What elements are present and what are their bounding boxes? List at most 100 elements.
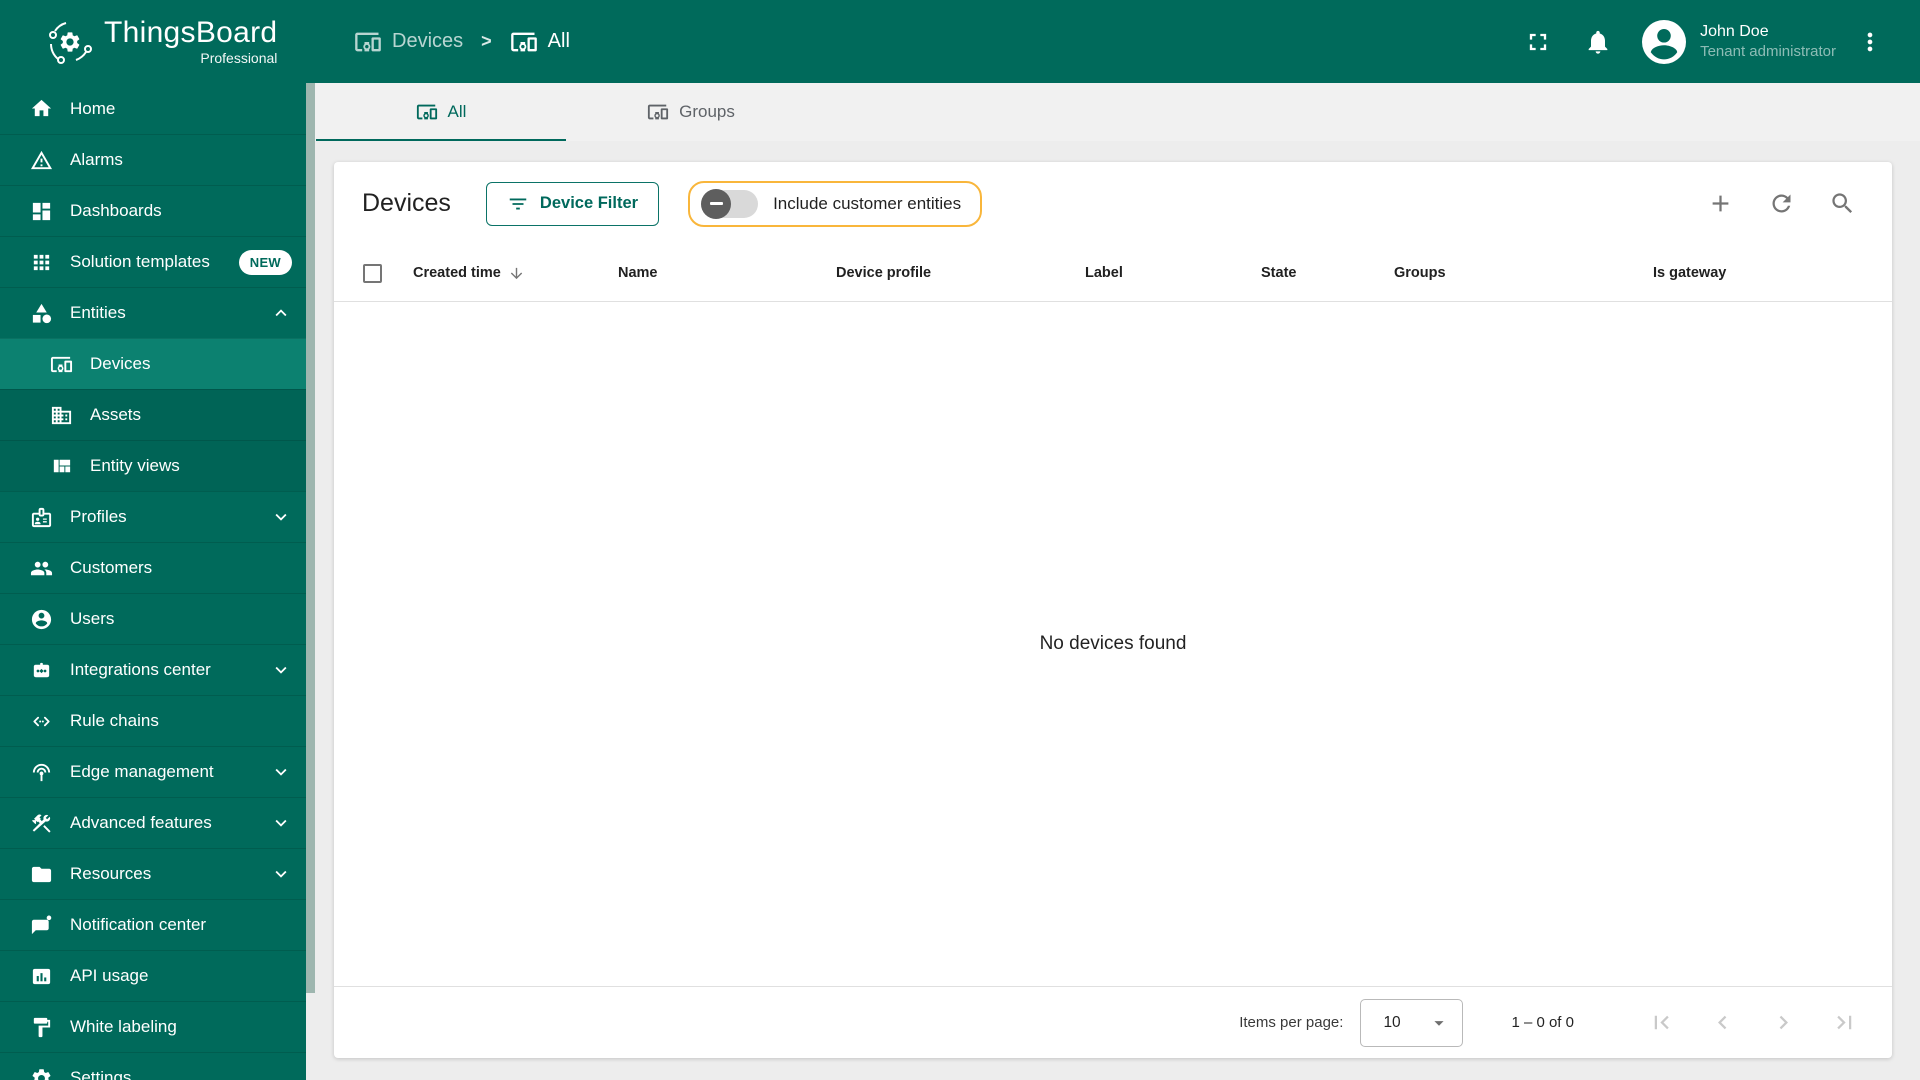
gear-icon	[32, 1068, 51, 1080]
sidebar-item-settings[interactable]: Settings	[0, 1052, 306, 1080]
sidebar-item-label: White labeling	[70, 1017, 177, 1036]
thingsboard-app: ThingsBoard Professional Devices > All J…	[0, 0, 1920, 1080]
add-icon[interactable]	[1707, 190, 1734, 217]
column-header-device-profile[interactable]: Device profile	[836, 245, 931, 301]
column-label: Created time	[413, 265, 501, 281]
warning-icon	[30, 150, 53, 169]
sidebar-item-advanced-features[interactable]: Advanced features	[0, 797, 306, 848]
antenna-icon	[32, 763, 51, 781]
page-size-value: 10	[1383, 1013, 1401, 1031]
chevron-down-icon	[275, 513, 287, 521]
sidebar-item-alarms[interactable]: Alarms	[0, 134, 306, 185]
toggle-switch[interactable]	[701, 188, 759, 219]
app-edition: Professional	[200, 50, 278, 66]
sidebar-item-entity-views[interactable]: Entity views	[0, 440, 306, 491]
chat-dot-icon	[31, 915, 52, 934]
chevron-down-icon	[275, 768, 287, 776]
devices-icon	[416, 104, 437, 120]
sidebar-item-label: Entities	[70, 303, 126, 322]
sidebar-item-white-labeling[interactable]: White labeling	[0, 1001, 306, 1052]
tab-label: All	[447, 102, 467, 121]
notifications-bell-icon[interactable]	[1584, 28, 1612, 56]
column-header-name[interactable]: Name	[618, 245, 658, 301]
folder-icon	[31, 866, 52, 882]
table-empty-state: No devices found	[334, 302, 1892, 986]
tab-label: Groups	[679, 102, 735, 121]
sidebar-item-label: Profiles	[70, 507, 127, 526]
sidebar-item-notification-center[interactable]: Notification center	[0, 899, 306, 950]
column-header-state[interactable]: State	[1261, 245, 1296, 301]
select-all-checkbox[interactable]	[363, 264, 382, 283]
breadcrumb-label: Devices	[392, 30, 464, 52]
column-header-created-time[interactable]: Created time	[413, 245, 525, 301]
sidebar-item-label: Home	[70, 98, 116, 118]
sidebar-item-label: Resources	[70, 864, 152, 883]
sidebar-item-assets[interactable]: Assets	[0, 389, 306, 440]
devices-icon	[50, 356, 73, 372]
column-label: Groups	[1394, 265, 1446, 281]
sidebar-item-entities[interactable]: Entities	[0, 287, 306, 338]
breadcrumb-item-all[interactable]: All	[510, 28, 570, 56]
breadcrumb: Devices > All	[354, 28, 570, 56]
breadcrumb-label: All	[547, 30, 570, 52]
column-header-groups[interactable]: Groups	[1394, 245, 1446, 301]
fullscreen-icon[interactable]	[1524, 28, 1552, 56]
sidebar-item-customers[interactable]: Customers	[0, 542, 306, 593]
sidebar-item-edge-management[interactable]: Edge management	[0, 746, 306, 797]
sidebar-item-label: Edge management	[70, 762, 214, 781]
sidebar-item-resources[interactable]: Resources	[0, 848, 306, 899]
devices-table-card: Devices Device Filter Include customer e…	[334, 162, 1892, 1058]
sidebar-scrollbar[interactable]	[306, 83, 315, 993]
device-filter-button[interactable]: Device Filter	[485, 181, 660, 226]
last-page-icon[interactable]	[1831, 1009, 1858, 1036]
previous-page-icon[interactable]	[1709, 1009, 1736, 1036]
sidebar-item-api-usage[interactable]: API usage	[0, 950, 306, 1001]
device-filter-label: Device Filter	[539, 194, 639, 212]
sidebar-item-label: Notification center	[70, 915, 207, 934]
sidebar-item-users[interactable]: Users	[0, 593, 306, 644]
sidebar-item-dashboards[interactable]: Dashboards	[0, 185, 306, 236]
people-icon	[30, 561, 53, 575]
sidebar-item-label: Entity views	[90, 456, 180, 475]
sidebar-item-label: Alarms	[70, 150, 123, 169]
toggle-label: Include customer entities	[773, 193, 962, 213]
sidebar-item-devices[interactable]: Devices	[0, 338, 306, 389]
sidebar-item-label: Assets	[90, 405, 142, 424]
sidebar-item-label: Settings	[70, 1068, 132, 1080]
chevron-down-icon	[275, 666, 287, 674]
top-header: ThingsBoard Professional Devices > All J…	[0, 0, 1920, 83]
home-icon	[31, 99, 52, 117]
devices-icon	[355, 32, 381, 51]
tab-groups[interactable]: Groups	[566, 83, 816, 141]
column-header-is-gateway[interactable]: Is gateway	[1653, 245, 1726, 301]
search-icon[interactable]	[1829, 190, 1856, 217]
paint-roller-icon	[33, 1017, 51, 1037]
page-size-select[interactable]: 10	[1360, 998, 1464, 1047]
first-page-icon[interactable]	[1648, 1009, 1675, 1036]
empty-state-text: No devices found	[1039, 633, 1187, 654]
user-menu[interactable]: John Doe Tenant administrator	[1700, 21, 1836, 63]
header-actions: John Doe Tenant administrator	[1524, 19, 1920, 64]
paginator-buttons	[1614, 1009, 1858, 1036]
refresh-icon[interactable]	[1768, 190, 1795, 217]
sidebar-item-label: API usage	[70, 966, 149, 985]
sidebar-item-rule-chains[interactable]: Rule chains	[0, 695, 306, 746]
breadcrumb-item-devices[interactable]: Devices	[354, 28, 463, 56]
user-avatar[interactable]	[1642, 19, 1687, 64]
tab-all[interactable]: All	[316, 83, 566, 141]
sidebar-item-label: Customers	[70, 558, 153, 577]
sidebar-item-solution-templates[interactable]: Solution templates NEW	[0, 236, 306, 287]
sort-desc-arrow-icon	[510, 267, 523, 279]
column-header-label[interactable]: Label	[1085, 245, 1123, 301]
sidebar-item-integrations-center[interactable]: Integrations center	[0, 644, 306, 695]
sidebar-item-label: Dashboards	[70, 201, 162, 220]
more-vert-icon[interactable]	[1856, 28, 1884, 56]
include-customer-entities-toggle[interactable]: Include customer entities	[688, 180, 983, 227]
column-label: Device profile	[836, 265, 932, 281]
sidebar-item-home[interactable]: Home	[0, 83, 306, 134]
rule-chain-icon	[33, 716, 50, 726]
sidebar-item-profiles[interactable]: Profiles	[0, 491, 306, 542]
next-page-icon[interactable]	[1770, 1009, 1797, 1036]
column-label: Label	[1085, 265, 1123, 281]
app-logo[interactable]: ThingsBoard Professional	[0, 0, 306, 83]
